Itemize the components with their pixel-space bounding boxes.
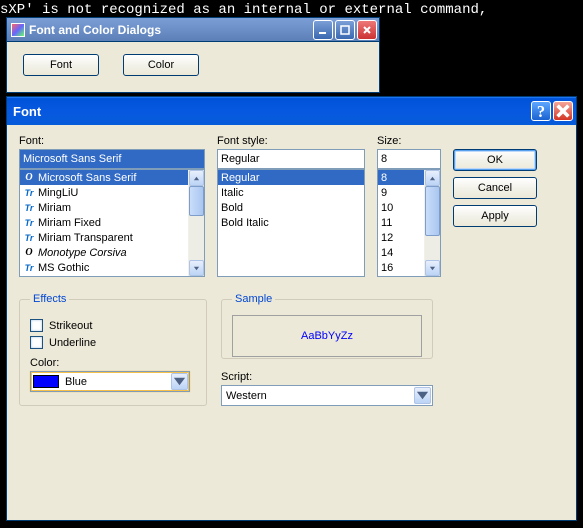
font-list-item-label: Microsoft Sans Serif: [38, 172, 136, 184]
font-list-item-label: Monotype Corsiva: [38, 247, 127, 259]
effects-group: Effects Strikeout Underline Color: Blue: [19, 293, 207, 406]
main-titlebar[interactable]: Font and Color Dialogs: [7, 18, 379, 42]
truetype-icon: Tr: [23, 188, 35, 198]
font-list-item-label: Miriam Transparent: [38, 232, 133, 244]
strikeout-checkbox[interactable]: [30, 319, 43, 332]
ok-button[interactable]: OK: [453, 149, 537, 171]
scroll-up-icon[interactable]: [425, 170, 440, 186]
sample-preview: AaBbYyZz: [232, 315, 422, 357]
minimize-button[interactable]: [313, 20, 333, 40]
sample-legend: Sample: [232, 293, 275, 305]
color-button[interactable]: Color: [123, 54, 199, 76]
size-list-item[interactable]: 11: [378, 215, 424, 230]
font-list-item-label: Miriam: [38, 202, 71, 214]
size-scrollbar[interactable]: [424, 170, 440, 276]
color-combo[interactable]: Blue: [30, 371, 190, 392]
truetype-icon: Tr: [23, 218, 35, 228]
font-scrollbar[interactable]: [188, 170, 204, 276]
truetype-icon: Tr: [23, 263, 35, 273]
font-list-item-label: Miriam Fixed: [38, 217, 101, 229]
close-button[interactable]: [357, 20, 377, 40]
truetype-icon: Tr: [23, 203, 35, 213]
sample-group: Sample AaBbYyZz: [221, 293, 433, 359]
font-label: Font:: [19, 135, 205, 147]
scroll-down-icon[interactable]: [189, 260, 204, 276]
effects-legend: Effects: [30, 293, 69, 305]
maximize-button[interactable]: [335, 20, 355, 40]
font-listbox[interactable]: OMicrosoft Sans SerifTrMingLiUTrMiriamTr…: [19, 169, 205, 277]
size-label: Size:: [377, 135, 441, 147]
font-list-item[interactable]: TrMiriam: [20, 200, 188, 215]
script-combo[interactable]: Western: [221, 385, 433, 406]
style-list-item[interactable]: Italic: [218, 185, 364, 200]
script-value: Western: [224, 390, 267, 402]
help-button[interactable]: ?: [531, 101, 551, 121]
style-list-item[interactable]: Bold Italic: [218, 215, 364, 230]
size-list-item[interactable]: 8: [378, 170, 424, 185]
size-list-item[interactable]: 9: [378, 185, 424, 200]
font-input[interactable]: [19, 149, 205, 169]
font-list-item[interactable]: TrMiriam Fixed: [20, 215, 188, 230]
color-swatch: [33, 375, 59, 388]
font-list-item[interactable]: TrMingLiU: [20, 185, 188, 200]
style-list-item[interactable]: Bold: [218, 200, 364, 215]
font-dialog-title: Font: [13, 104, 529, 119]
underline-label: Underline: [49, 337, 96, 349]
style-label: Font style:: [217, 135, 365, 147]
opentype-icon: O: [23, 172, 35, 183]
size-list-item[interactable]: 16: [378, 260, 424, 275]
style-input[interactable]: [217, 149, 365, 169]
opentype-icon: O: [23, 247, 35, 258]
app-icon: [11, 23, 25, 37]
font-list-item-label: MingLiU: [38, 187, 78, 199]
color-name: Blue: [65, 376, 87, 388]
console-output: sXP' is not recognized as an internal or…: [0, 2, 487, 18]
size-input[interactable]: [377, 149, 441, 169]
main-window-title: Font and Color Dialogs: [29, 23, 313, 37]
size-listbox[interactable]: 891011121416: [377, 169, 441, 277]
svg-text:?: ?: [537, 102, 545, 120]
main-window: Font and Color Dialogs Font Color: [6, 17, 380, 93]
chevron-down-icon[interactable]: [171, 373, 188, 390]
font-dialog: Font ? Font: OMicrosoft Sans SerifTrMing…: [6, 96, 577, 521]
font-list-item[interactable]: OMonotype Corsiva: [20, 245, 188, 260]
apply-button[interactable]: Apply: [453, 205, 537, 227]
color-label: Color:: [30, 357, 196, 369]
scroll-down-icon[interactable]: [425, 260, 440, 276]
style-listbox[interactable]: RegularItalicBoldBold Italic: [217, 169, 365, 277]
scroll-thumb[interactable]: [425, 186, 440, 236]
script-label: Script:: [221, 371, 433, 383]
font-list-item-label: MS Gothic: [38, 262, 89, 274]
size-list-item[interactable]: 14: [378, 245, 424, 260]
dialog-close-button[interactable]: [553, 101, 573, 121]
size-list-item[interactable]: 10: [378, 200, 424, 215]
underline-checkbox[interactable]: [30, 336, 43, 349]
font-list-item[interactable]: TrMiriam Transparent: [20, 230, 188, 245]
font-button[interactable]: Font: [23, 54, 99, 76]
chevron-down-icon[interactable]: [414, 387, 431, 404]
strikeout-label: Strikeout: [49, 320, 92, 332]
style-list-item[interactable]: Regular: [218, 170, 364, 185]
truetype-icon: Tr: [23, 233, 35, 243]
font-list-item[interactable]: TrMS Gothic: [20, 260, 188, 275]
font-list-item[interactable]: OMicrosoft Sans Serif: [20, 170, 188, 185]
cancel-button[interactable]: Cancel: [453, 177, 537, 199]
size-list-item[interactable]: 12: [378, 230, 424, 245]
scroll-thumb[interactable]: [189, 186, 204, 216]
scroll-up-icon[interactable]: [189, 170, 204, 186]
font-dialog-titlebar[interactable]: Font ?: [7, 97, 576, 125]
